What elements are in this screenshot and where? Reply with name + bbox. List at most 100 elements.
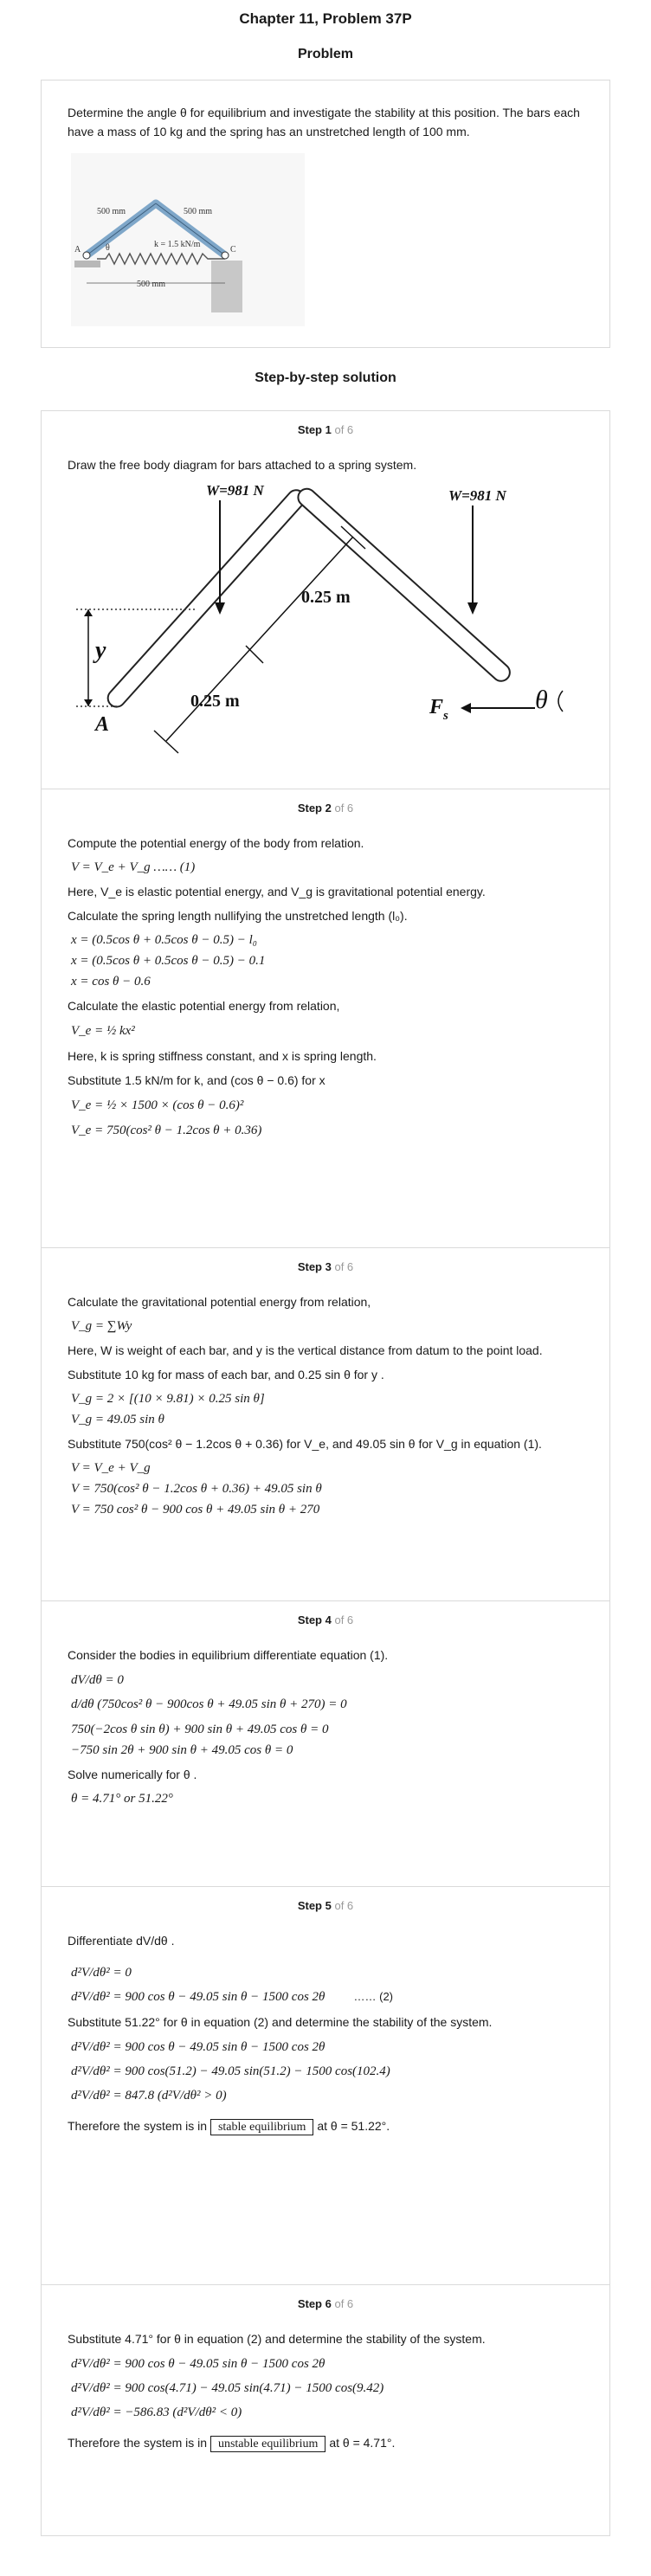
step-6-text-1: Substitute 4.71° for θ in equation (2) a… [68,2332,486,2346]
fbd-weight-left: W=981 N [206,482,265,499]
fbd-length-top: 0.25 m [301,588,351,607]
step-5-count: of 6 [334,1899,354,1912]
step-5-text-1: Differentiate dV/dθ . [68,1934,175,1948]
unstable-equilibrium-box: unstable equilibrium [209,2436,326,2452]
step-5-conclusion-suffix: at θ = 51.22°. [317,2119,390,2133]
page-title: Chapter 11, Problem 37P [239,10,412,27]
step-5-conclusion-prefix: Therefore the system is in [68,2119,208,2133]
step-4-eq-2: d/dθ (750cos² θ − 900cos θ + 49.05 sin θ… [71,1697,347,1711]
step-5-label: Step 5 [297,1899,332,1912]
step-1-label: Step 1 [297,423,332,436]
step-1-header: Step 1 of 6 [68,423,583,436]
step-5-eq-2-text: d²V/dθ² = 900 cos θ − 49.05 sin θ − 1500… [71,1990,326,2004]
fbd-theta-label: θ [535,686,548,714]
step-6-conclusion: Therefore the system is in unstable equi… [68,2433,583,2454]
step-3-text-3: Substitute 10 kg for mass of each bar, a… [68,1368,384,1381]
fbd-length-bottom: 0.25 m [190,692,240,711]
step-2-text-4: Calculate the elastic potential energy f… [68,999,340,1013]
step-5: Step 5 of 6 Differentiate dV/dθ . d²V/dθ… [41,1887,610,2285]
step-2-eq-1: V = V_e + V_g …… (1) [71,860,196,874]
step-2-eq-5: V_e = ½ kx² [71,1024,135,1038]
step-4-count: of 6 [334,1613,354,1626]
step-2-text-2: Here, V_e is elastic potential energy, a… [68,885,486,898]
step-3-text-4: Substitute 750(cos² θ − 1.2cos θ + 0.36)… [68,1437,542,1451]
steps-list: Step 1 of 6 Draw the free body diagram f… [41,410,610,2536]
step-3-eq-2: V_g = 2 × [(10 × 9.81) × 0.25 sin θ] [71,1392,265,1406]
figure-label-left: 500 mm [97,207,126,216]
step-6-eq-2: d²V/dθ² = 900 cos(4.71) − 49.05 sin(4.71… [71,2381,384,2395]
step-2: Step 2 of 6 Compute the potential energy… [41,789,610,1248]
step-4-text-1: Consider the bodies in equilibrium diffe… [68,1648,389,1662]
fbd-y-label: y [93,637,106,664]
figure-label-base: 500 mm [137,280,165,289]
step-1-text: Draw the free body diagram for bars atta… [68,458,417,472]
step-2-header: Step 2 of 6 [68,802,583,815]
step-5-conclusion: Therefore the system is in stable equili… [68,2116,583,2137]
step-6: Step 6 of 6 Substitute 4.71° for θ in eq… [41,2285,610,2536]
step-4-eq-5: θ = 4.71° or 51.22° [71,1792,173,1806]
step-3-eq-3: V_g = 49.05 sin θ [71,1413,164,1426]
step-3-label: Step 3 [297,1260,332,1273]
figure-label-k: k = 1.5 kN/m [154,240,201,249]
solution-heading: Step-by-step solution [255,370,396,385]
step-2-text-5: Here, k is spring stiffness constant, an… [68,1049,377,1063]
step-3-eq-6: V = 750 cos² θ − 900 cos θ + 49.05 sin θ… [71,1503,320,1517]
step-2-eq-7: V_e = 750(cos² θ − 1.2cos θ + 0.36) [71,1124,262,1137]
step-2-eq-3: x = (0.5cos θ + 0.5cos θ − 0.5) − 0.1 [71,954,266,968]
step-3: Step 3 of 6 Calculate the gravitational … [41,1248,610,1601]
step-5-eq-1: d²V/dθ² = 0 [71,1966,132,1980]
step-3-count: of 6 [334,1260,354,1273]
step-2-eq-4: x = cos θ − 0.6 [71,975,151,989]
step-4-eq-3: 750(−2cos θ sin θ) + 900 sin θ + 49.05 c… [71,1723,329,1736]
figure-label-c: C [230,245,236,254]
step-3-eq-4: V = V_e + V_g [71,1461,151,1475]
step-6-count: of 6 [334,2297,354,2310]
problem-figure: 500 mm 500 mm k = 1.5 kN/m θ A C 500 mm [71,153,305,326]
problem-heading: Problem [297,47,353,61]
step-6-eq-1: d²V/dθ² = 900 cos θ − 49.05 sin θ − 1500… [71,2357,326,2371]
solution-page: Chapter 11, Problem 37P Problem Determin… [0,0,651,2536]
step-1-count: of 6 [334,423,354,436]
fbd-fs-sub: s [442,709,448,723]
step-3-header: Step 3 of 6 [68,1260,583,1273]
step-2-eq-6: V_e = ½ × 1500 × (cos θ − 0.6)² [71,1098,244,1112]
step-3-eq-1: V_g = ∑Wy [71,1319,132,1333]
step-6-label: Step 6 [297,2297,332,2310]
step-4-eq-1: dV/dθ = 0 [71,1673,124,1687]
step-2-label: Step 2 [297,802,332,815]
step-2-text-6: Substitute 1.5 kN/m for k, and (cos θ − … [68,1073,326,1087]
fbd-fs-main: F [429,696,443,718]
step-4-eq-4: −750 sin 2θ + 900 sin θ + 49.05 cos θ = … [71,1743,293,1757]
step-4-label: Step 4 [297,1613,332,1626]
problem-card: Determine the angle θ for equilibrium an… [41,80,610,348]
figure-label-theta: θ [106,243,110,253]
step-1: Step 1 of 6 Draw the free body diagram f… [41,410,610,789]
step-5-eq-4: d²V/dθ² = 900 cos(51.2) − 49.05 sin(51.2… [71,2064,390,2078]
problem-statement: Determine the angle θ for equilibrium an… [68,106,580,138]
step-3-text-2: Here, W is weight of each bar, and y is … [68,1343,543,1357]
free-body-diagram: W=981 N W=981 N y A 0.25 m 0.25 m Fs θ [76,482,564,754]
step-6-conclusion-prefix: Therefore the system is in [68,2436,208,2450]
step-5-eq-2: d²V/dθ² = 900 cos θ − 49.05 sin θ − 1500… [71,1988,583,2006]
step-5-eq-3: d²V/dθ² = 900 cos θ − 49.05 sin θ − 1500… [71,2040,326,2054]
step-2-eq-2: x = (0.5cos θ + 0.5cos θ − 0.5) − l₀ [71,933,257,947]
figure-label-right: 500 mm [184,207,212,216]
step-5-header: Step 5 of 6 [68,1899,583,1912]
step-2-text-1: Compute the potential energy of the body… [68,836,364,850]
fbd-fs-label: Fs [429,696,448,723]
figure-label-a: A [74,245,81,254]
step-2-count: of 6 [334,802,354,815]
step-6-eq-3: d²V/dθ² = −586.83 (d²V/dθ² < 0) [71,2405,242,2419]
step-6-conclusion-suffix: at θ = 4.71°. [329,2436,396,2450]
fbd-a-label: A [93,713,109,736]
step-5-text-2: Substitute 51.22° for θ in equation (2) … [68,2015,493,2029]
step-2-text-3: Calculate the spring length nullifying t… [68,909,408,923]
step-3-text-1: Calculate the gravitational potential en… [68,1295,371,1309]
step-5-eq-5: d²V/dθ² = 847.8 (d²V/dθ² > 0) [71,2089,227,2103]
step-4-text-2: Solve numerically for θ . [68,1768,197,1781]
step-6-header: Step 6 of 6 [68,2297,583,2310]
step-3-eq-5: V = 750(cos² θ − 1.2cos θ + 0.36) + 49.0… [71,1482,322,1496]
step-4: Step 4 of 6 Consider the bodies in equil… [41,1601,610,1887]
equation-tag-2: …… (2) [353,1990,394,2003]
step-4-header: Step 4 of 6 [68,1613,583,1626]
